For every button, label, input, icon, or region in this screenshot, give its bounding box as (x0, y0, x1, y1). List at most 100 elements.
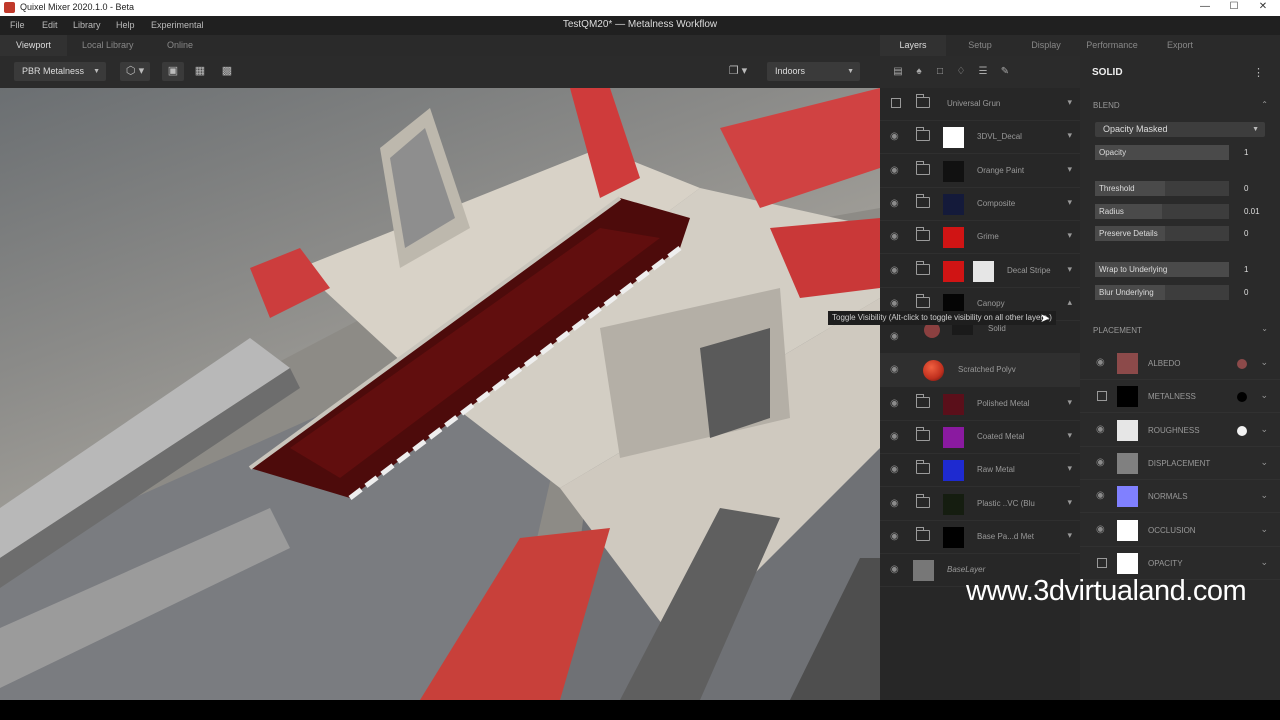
slider-value[interactable]: 0 (1244, 184, 1248, 193)
layer-row[interactable]: ◉ Decal Stripe ▾ (880, 255, 1080, 288)
chevron-down-icon[interactable]: ▾ (1067, 130, 1072, 141)
tab-export[interactable]: Export (1146, 35, 1214, 56)
layer-row[interactable]: ◉ Coated Metal ▾ (880, 421, 1080, 454)
channel-swatch[interactable] (1117, 552, 1138, 574)
slider-value[interactable]: 0 (1244, 229, 1248, 238)
chevron-down-icon[interactable]: ⌄ (1260, 390, 1268, 401)
chevron-down-icon[interactable]: ▾ (1067, 97, 1072, 108)
visibility-eye-icon[interactable]: ◉ (890, 198, 899, 209)
channel-row-metalness[interactable]: METALNESS ⌄ (1080, 380, 1280, 414)
visibility-eye-icon[interactable]: ◉ (890, 165, 899, 176)
visibility-eye-icon[interactable]: ◉ (890, 531, 899, 542)
slider-threshold[interactable]: Threshold (1095, 181, 1229, 196)
menu-edit[interactable]: Edit (42, 20, 58, 30)
3d-viewport[interactable] (0, 88, 880, 700)
visibility-eye-icon[interactable]: ◉ (890, 464, 899, 475)
slider-preserve-details[interactable]: Preserve Details (1095, 226, 1229, 241)
visibility-eye-icon[interactable]: ◉ (890, 564, 899, 575)
visibility-eye-icon[interactable]: ◉ (890, 265, 899, 276)
chevron-down-icon[interactable]: ▾ (1067, 530, 1072, 541)
channel-color-dot[interactable] (1237, 392, 1247, 403)
channel-row-roughness[interactable]: ◉ ROUGHNESS ⌄ (1080, 414, 1280, 447)
visibility-eye-icon[interactable]: ◉ (890, 398, 899, 409)
chevron-down-icon[interactable]: ⌄ (1260, 557, 1268, 568)
chevron-down-icon[interactable]: ▾ (1067, 197, 1072, 208)
channel-row-normals[interactable]: ◉ NORMALS ⌄ (1080, 480, 1280, 514)
chevron-down-icon[interactable]: ▾ (1067, 264, 1072, 275)
layer-stack-icon[interactable]: ▤ (890, 64, 906, 80)
tab-local-library[interactable]: Local Library (66, 35, 150, 56)
layer-row[interactable]: ◉ Composite ▾ (880, 188, 1080, 221)
channel-swatch[interactable] (1117, 452, 1138, 474)
camera-view-icon[interactable]: ❐ ▾ (724, 62, 752, 81)
visibility-eye-icon[interactable]: ◉ (890, 231, 899, 242)
adjust-layers-icon[interactable]: ☰ (975, 64, 991, 80)
visibility-eye-icon[interactable]: ◉ (1096, 524, 1105, 535)
tab-layers[interactable]: Layers (880, 35, 946, 56)
tab-display[interactable]: Display (1014, 35, 1078, 56)
slider-wrap-to-underlying[interactable]: Wrap to Underlying (1095, 262, 1229, 277)
shading-mode-dropdown[interactable]: PBR Metalness ▼ (14, 62, 106, 81)
tab-setup[interactable]: Setup (946, 35, 1014, 56)
channel-swatch[interactable] (1117, 386, 1138, 408)
slider-value[interactable]: 1 (1244, 265, 1248, 274)
slider-value[interactable]: 0.01 (1244, 207, 1260, 216)
grid-2x2-icon[interactable]: ▦ (189, 62, 211, 81)
layer-row[interactable]: Universal Grun ▾ (880, 88, 1080, 121)
drop-icon[interactable]: ♢ (953, 64, 969, 80)
brush-icon[interactable]: ✎ (997, 64, 1013, 80)
placement-section-header[interactable]: PLACEMENT (1093, 326, 1142, 335)
slider-value[interactable]: 0 (1244, 288, 1248, 297)
minimize-button[interactable]: — (1190, 0, 1220, 16)
slider-radius[interactable]: Radius (1095, 204, 1229, 219)
channel-swatch[interactable] (1117, 486, 1138, 508)
tab-performance[interactable]: Performance (1078, 35, 1146, 56)
visibility-eye-icon[interactable]: ◉ (1096, 424, 1105, 435)
visibility-eye-icon[interactable]: ◉ (1096, 457, 1105, 468)
menu-experimental[interactable]: Experimental (151, 20, 204, 30)
chevron-down-icon[interactable]: ▾ (1067, 497, 1072, 508)
menu-library[interactable]: Library (73, 20, 101, 30)
channel-swatch[interactable] (1117, 519, 1138, 541)
chevron-down-icon[interactable]: ⌄ (1261, 324, 1268, 333)
chevron-down-icon[interactable]: ▾ (1067, 463, 1072, 474)
visibility-eye-icon[interactable]: ◉ (890, 364, 899, 375)
visibility-eye-icon[interactable]: ◉ (890, 131, 899, 142)
slider-blur-underlying[interactable]: Blur Underlying (1095, 285, 1229, 300)
channel-checkbox[interactable] (1097, 557, 1107, 568)
layer-row[interactable]: ◉ Polished Metal ▾ (880, 388, 1080, 421)
environment-dropdown[interactable]: Indoors ▼ (767, 62, 860, 81)
chevron-down-icon[interactable]: ⌄ (1260, 457, 1268, 468)
chevron-up-icon[interactable]: ⌃ (1261, 100, 1268, 109)
chevron-down-icon[interactable]: ▾ (1067, 430, 1072, 441)
channel-row-displacement[interactable]: ◉ DISPLACEMENT ⌄ (1080, 447, 1280, 480)
paint-layer-icon[interactable]: ♠ (911, 64, 927, 80)
chevron-down-icon[interactable]: ⌄ (1260, 357, 1268, 368)
channel-row-occlusion[interactable]: ◉ OCCLUSION ⌄ (1080, 514, 1280, 547)
layer-row[interactable]: ◉ Base Pa...d Met ▾ (880, 521, 1080, 554)
close-button[interactable]: ✕ (1248, 0, 1278, 16)
grid-4x4-icon[interactable]: ▩ (216, 62, 238, 81)
visibility-eye-icon[interactable]: ◉ (1096, 490, 1105, 501)
slider-opacity[interactable]: Opacity (1095, 145, 1229, 160)
blend-section-header[interactable]: BLEND (1093, 101, 1120, 110)
layer-row[interactable]: ◉ Scratched Polyv (880, 354, 1080, 388)
layer-row[interactable]: ◉ Plastic ..VC (Blu ▾ (880, 488, 1080, 521)
layer-row[interactable]: ◉ Raw Metal ▾ (880, 454, 1080, 488)
slider-value[interactable]: 1 (1244, 148, 1248, 157)
fill-layer-icon[interactable]: □ (932, 64, 948, 80)
chevron-down-icon[interactable]: ▾ (1067, 397, 1072, 408)
geometry-cube-icon[interactable]: ⬡ ▾ (120, 62, 150, 81)
layer-row[interactable]: ◉ Solid (880, 321, 1080, 355)
chevron-down-icon[interactable]: ▾ (1067, 230, 1072, 241)
chevron-down-icon[interactable]: ▾ (1067, 164, 1072, 175)
layer-checkbox[interactable] (891, 98, 901, 108)
chevron-down-icon[interactable]: ⌄ (1260, 424, 1268, 435)
visibility-eye-icon[interactable]: ◉ (890, 431, 899, 442)
channel-color-dot[interactable] (1237, 359, 1247, 369)
channel-row-albedo[interactable]: ◉ ALBEDO ⌄ (1080, 347, 1280, 380)
menu-help[interactable]: Help (116, 20, 135, 30)
channel-swatch[interactable] (1117, 419, 1138, 441)
channel-checkbox[interactable] (1097, 391, 1107, 402)
channel-color-dot[interactable] (1237, 425, 1247, 436)
